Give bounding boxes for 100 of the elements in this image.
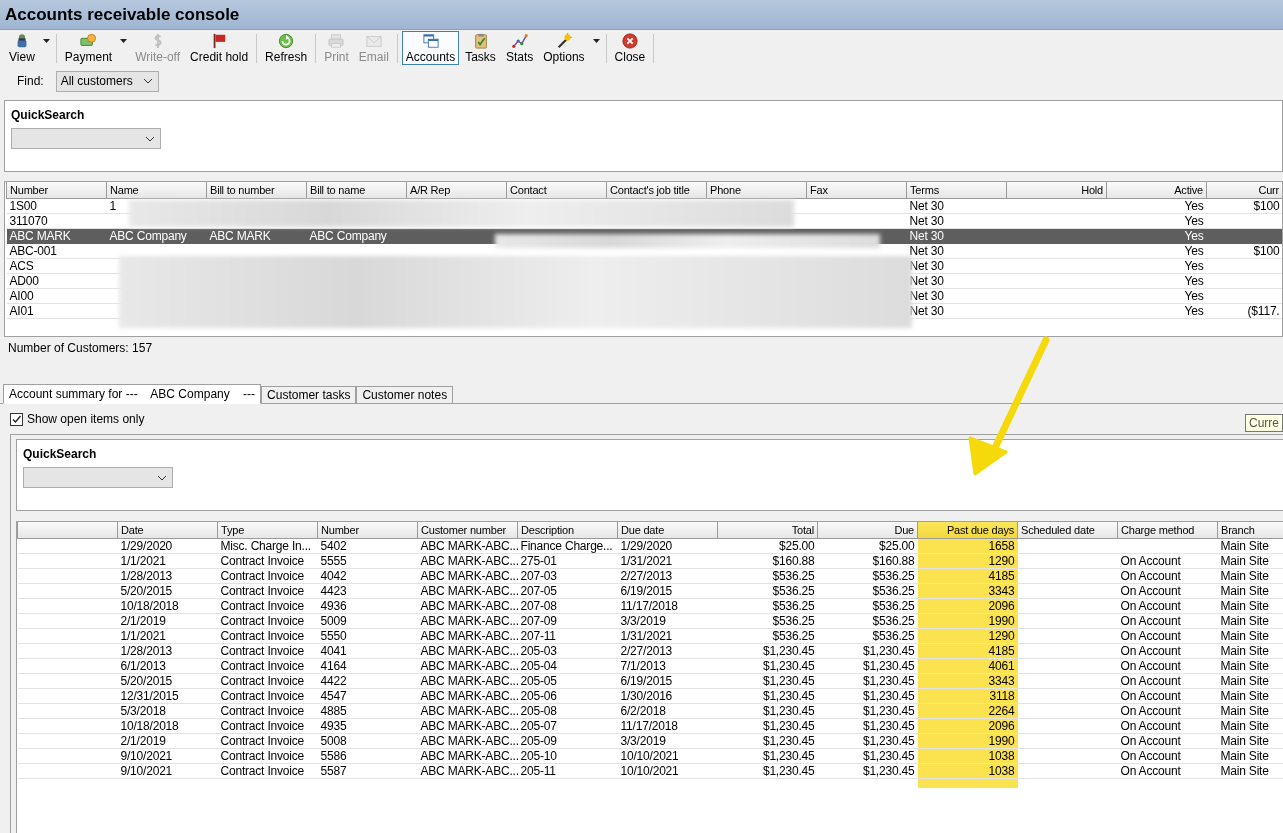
table-cell: $1,230.45 xyxy=(762,718,815,732)
table-cell: 6/1/2013 xyxy=(120,658,166,672)
table-cell: ABC MARK-ABC... xyxy=(420,553,518,567)
tab[interactable]: Customer notes xyxy=(356,386,454,403)
table-cell: 205-11 xyxy=(520,763,556,777)
column-header[interactable]: Past due days xyxy=(917,522,1018,538)
table-cell: AI00 xyxy=(9,288,34,302)
table-cell: 205-04 xyxy=(520,658,557,672)
toolbar-button[interactable]: Close xyxy=(610,31,650,65)
column-header[interactable]: Active xyxy=(1106,182,1207,198)
table-cell: 205-06 xyxy=(520,688,557,702)
table-cell: 4041 xyxy=(320,643,347,657)
column-header[interactable]: Description xyxy=(517,522,618,538)
table-cell: ABC MARK xyxy=(9,228,71,242)
table-cell: 4935 xyxy=(320,718,347,732)
table-cell: Net 30 xyxy=(909,258,944,272)
table-cell: Yes xyxy=(1184,288,1204,302)
customer-count: Number of Customers: 157 xyxy=(7,340,154,357)
table-cell: Net 30 xyxy=(909,273,944,287)
table-cell: 7/1/2013 xyxy=(620,658,666,672)
toolbar-button[interactable]: View xyxy=(5,31,39,65)
table-cell: 5/20/2015 xyxy=(120,673,173,687)
table-cell: 5550 xyxy=(320,628,347,642)
table-cell: Yes xyxy=(1184,243,1204,257)
table-cell: 10/18/2018 xyxy=(120,598,179,612)
toolbar-button[interactable]: Payment xyxy=(60,31,117,65)
table-cell: 9/10/2021 xyxy=(120,763,173,777)
table-cell: $1,230.45 xyxy=(862,658,915,672)
table-cell: ABC MARK-ABC... xyxy=(420,688,518,702)
column-header[interactable]: Branch xyxy=(1217,522,1283,538)
toolbar-button[interactable]: Stats xyxy=(501,31,538,65)
table-cell: 1038 xyxy=(988,748,1015,762)
table-cell: ABC-001 xyxy=(9,243,57,257)
toolbar-button[interactable]: Accounts xyxy=(401,31,460,65)
table-cell: On Account xyxy=(1120,673,1181,687)
checkbox-label: Show open items only xyxy=(27,412,145,426)
toolbar-button[interactable]: Tasks xyxy=(461,31,500,65)
table-cell: 3118 xyxy=(989,688,1015,702)
column-header[interactable]: Due date xyxy=(617,522,718,538)
checkbox[interactable] xyxy=(10,412,23,426)
toolbar-button[interactable]: Refresh xyxy=(261,31,312,65)
column-header[interactable]: Total xyxy=(717,522,818,538)
table-cell: $536.25 xyxy=(872,583,915,597)
column-header[interactable]: Scheduled date xyxy=(1017,522,1118,538)
tab[interactable]: Customer tasks xyxy=(261,386,357,403)
table-cell: Main Site xyxy=(1220,628,1269,642)
table-cell: On Account xyxy=(1120,643,1181,657)
column-header[interactable]: Hold xyxy=(1006,182,1107,198)
table-cell: $1,230.45 xyxy=(762,748,815,762)
table-cell: ABC Company xyxy=(309,228,387,242)
column-header[interactable]: Date xyxy=(117,522,218,538)
table-cell: Main Site xyxy=(1220,748,1269,762)
table-cell: On Account xyxy=(1120,688,1181,702)
table-cell: 1/31/2021 xyxy=(620,628,673,642)
column-header[interactable]: Terms xyxy=(906,182,1007,198)
column-header[interactable]: Number xyxy=(6,182,107,198)
tab[interactable]: Account summary for --- ABC Company --- xyxy=(3,384,262,404)
column-header[interactable]: Number xyxy=(317,522,418,538)
find-dropdown[interactable]: All customers xyxy=(55,70,159,92)
table-cell: Contract Invoice xyxy=(220,613,304,627)
column-header[interactable]: Charge method xyxy=(1117,522,1218,538)
table-cell: 4185 xyxy=(988,643,1015,657)
caret-icon xyxy=(120,39,128,43)
table-cell: ABC MARK-ABC... xyxy=(420,718,518,732)
table-cell: On Account xyxy=(1120,748,1181,762)
quicksearch-label: QuickSearch xyxy=(11,108,86,124)
envelope-icon xyxy=(364,33,383,49)
table-cell: ABC MARK-ABC... xyxy=(420,658,518,672)
table-cell: Net 30 xyxy=(909,228,944,242)
table-cell: 5587 xyxy=(320,763,347,777)
table-cell: ABC MARK-ABC... xyxy=(420,538,518,552)
table-cell: 4061 xyxy=(988,658,1015,672)
toolbar-button[interactable]: Credit hold xyxy=(186,31,253,65)
column-header[interactable]: Bill to name xyxy=(306,182,407,198)
column-header[interactable]: Curr xyxy=(1206,182,1282,198)
printer-icon xyxy=(327,33,346,49)
column-header[interactable]: Contact xyxy=(506,182,607,198)
table-cell: Main Site xyxy=(1220,598,1269,612)
column-header[interactable]: Customer number xyxy=(417,522,518,538)
table-cell: 1990 xyxy=(988,733,1015,747)
table-cell: On Account xyxy=(1120,598,1181,612)
table-cell: Contract Invoice xyxy=(220,658,304,672)
table-cell: $536.25 xyxy=(772,613,815,627)
column-header[interactable]: Contact's job title xyxy=(606,182,707,198)
table-cell: Contract Invoice xyxy=(220,598,304,612)
column-header[interactable]: A/R Rep xyxy=(406,182,507,198)
column-header[interactable]: Phone xyxy=(706,182,807,198)
column-header[interactable]: Type xyxy=(217,522,318,538)
toolbar-button[interactable]: Options xyxy=(539,31,589,65)
column-header[interactable]: Due xyxy=(817,522,918,538)
table-cell: $25.00 xyxy=(779,538,815,552)
table-cell: 2/27/2013 xyxy=(620,568,673,582)
table-cell: 3343 xyxy=(988,673,1015,687)
table-cell: 207-08 xyxy=(520,598,557,612)
table-cell: 4885 xyxy=(320,703,347,717)
table-cell: Main Site xyxy=(1220,613,1269,627)
table-cell: Contract Invoice xyxy=(220,583,304,597)
column-header[interactable]: Bill to number xyxy=(206,182,307,198)
column-header[interactable]: Fax xyxy=(806,182,907,198)
column-header[interactable]: Name xyxy=(106,182,207,198)
